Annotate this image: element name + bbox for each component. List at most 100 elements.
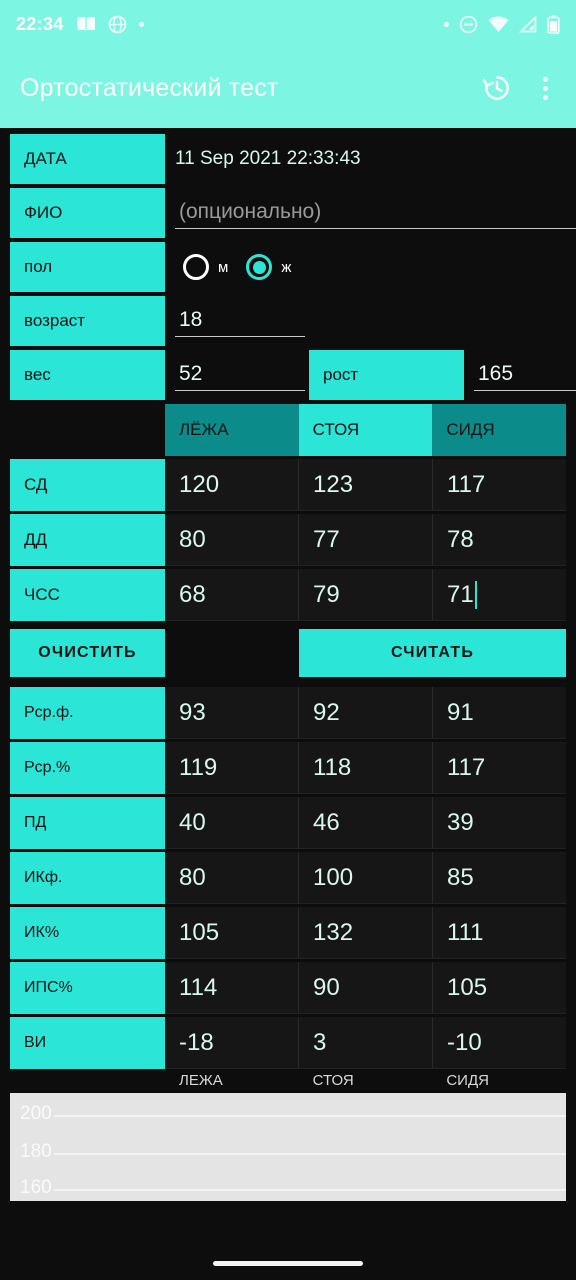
height-field-wrap xyxy=(464,350,576,400)
column-header-sitting[interactable]: СИДЯ xyxy=(432,404,567,456)
do-not-disturb-icon xyxy=(459,15,478,33)
gender-option-male[interactable]: м xyxy=(183,254,228,280)
column-header-lying[interactable]: ЛЁЖА xyxy=(165,404,299,456)
hr-standing-input[interactable]: 79 xyxy=(299,569,433,621)
age-label: возраст xyxy=(10,296,165,346)
battery-icon xyxy=(547,15,560,34)
main-content: ДАТА 11 Sep 2021 22:33:43 ФИО пол м xyxy=(0,128,576,1201)
hr-sitting-value: 71 xyxy=(447,580,474,608)
table-row: Рср.% 119 118 117 xyxy=(0,742,576,794)
status-bar: 22:34 xyxy=(0,0,576,48)
column-header-standing[interactable]: СТОЯ xyxy=(298,404,433,456)
table-row: ЧСС 68 79 71 xyxy=(0,569,576,621)
sd-standing-input[interactable]: 123 xyxy=(299,459,433,511)
system-navigation-bar xyxy=(0,1246,576,1280)
height-input[interactable] xyxy=(474,359,576,391)
phone-screen: 22:34 Ортостатический тест ДАТА 11 Sep 2… xyxy=(0,0,576,1280)
ik-pct-standing-value: 132 xyxy=(299,907,433,959)
ikf-lying-value: 80 xyxy=(165,852,299,904)
ikf-sitting-value: 85 xyxy=(433,852,566,904)
wifi-icon xyxy=(488,15,509,32)
pd-sitting-value: 39 xyxy=(433,797,566,849)
axis-spacer xyxy=(10,1072,165,1089)
dd-standing-input[interactable]: 77 xyxy=(299,514,433,566)
chart-ytick-200: 200 xyxy=(20,1103,52,1124)
result-label-ips-pct: ИПС% xyxy=(10,962,165,1014)
clear-button[interactable]: ОЧИСТИТЬ xyxy=(10,629,165,677)
sd-lying-input[interactable]: 120 xyxy=(165,459,299,511)
height-label: рост xyxy=(309,350,464,400)
app-bar-actions xyxy=(481,71,556,106)
weight-input[interactable] xyxy=(175,359,305,391)
hr-lying-input[interactable]: 68 xyxy=(165,569,299,621)
pavg-pct-sitting-value: 117 xyxy=(433,742,566,794)
radio-checked-icon xyxy=(246,254,273,280)
name-field-wrap xyxy=(165,188,576,238)
hr-sitting-input[interactable]: 71 xyxy=(433,569,566,621)
sd-sitting-input[interactable]: 117 xyxy=(433,459,566,511)
home-indicator[interactable] xyxy=(213,1260,363,1266)
age-input[interactable] xyxy=(175,305,305,337)
row-label-dd: ДД xyxy=(10,514,165,566)
dd-sitting-input[interactable]: 78 xyxy=(433,514,566,566)
table-row: ДД 80 77 78 xyxy=(0,514,576,566)
gender-option-male-label: м xyxy=(218,258,229,276)
pavg-abs-standing-value: 92 xyxy=(299,687,433,739)
vi-standing-value: 3 xyxy=(299,1017,433,1069)
results-chart[interactable]: 200 180 160 xyxy=(10,1093,566,1201)
gender-radio-group: м ж xyxy=(175,254,291,280)
chart-gridline xyxy=(54,1189,566,1191)
measurement-column-headers: ЛЁЖА СТОЯ СИДЯ xyxy=(0,404,576,456)
ips-pct-sitting-value: 105 xyxy=(433,962,566,1014)
row-label-sd: СД xyxy=(10,459,165,511)
dd-lying-input[interactable]: 80 xyxy=(165,514,299,566)
result-label-ik-pct: ИК% xyxy=(10,907,165,959)
gender-option-female[interactable]: ж xyxy=(246,254,291,280)
date-row: ДАТА 11 Sep 2021 22:33:43 xyxy=(0,134,576,184)
date-label: ДАТА xyxy=(10,134,165,184)
pavg-pct-standing-value: 118 xyxy=(299,742,433,794)
button-spacer xyxy=(165,629,299,677)
gender-field-wrap: м ж xyxy=(165,242,566,292)
ikf-standing-value: 100 xyxy=(299,852,433,904)
app-bar: Ортостатический тест xyxy=(0,48,576,128)
name-label: ФИО xyxy=(10,188,165,238)
chart-gridline xyxy=(54,1153,566,1155)
overflow-menu-icon[interactable] xyxy=(535,71,556,106)
age-field-wrap xyxy=(165,296,566,346)
vi-sitting-value: -10 xyxy=(433,1017,566,1069)
action-buttons: ОЧИСТИТЬ СЧИТАТЬ xyxy=(0,629,576,677)
weight-height-row: вес рост xyxy=(0,350,576,400)
result-label-ikf: ИКф. xyxy=(10,852,165,904)
name-input[interactable] xyxy=(175,197,576,229)
age-row: возраст xyxy=(0,296,576,346)
date-value-wrap[interactable]: 11 Sep 2021 22:33:43 xyxy=(165,134,566,184)
ips-pct-lying-value: 114 xyxy=(165,962,299,1014)
vi-lying-value: -18 xyxy=(165,1017,299,1069)
chart-gridline xyxy=(54,1115,566,1117)
table-row: ИКф. 80 100 85 xyxy=(0,852,576,904)
table-row: Рср.ф. 93 92 91 xyxy=(0,687,576,739)
gender-row: пол м ж xyxy=(0,242,576,292)
header-spacer xyxy=(10,404,165,456)
result-label-vi: ВИ xyxy=(10,1017,165,1069)
chart-ytick-160: 160 xyxy=(20,1177,52,1198)
table-row: ВИ -18 3 -10 xyxy=(0,1017,576,1069)
table-row: ИПС% 114 90 105 xyxy=(0,962,576,1014)
name-row: ФИО xyxy=(0,188,576,238)
history-icon[interactable] xyxy=(481,72,513,104)
chart-container: 200 180 160 xyxy=(0,1089,576,1201)
cellular-signal-icon xyxy=(519,15,537,32)
pavg-abs-sitting-value: 91 xyxy=(433,687,566,739)
date-value: 11 Sep 2021 22:33:43 xyxy=(175,148,361,169)
table-row: СД 120 123 117 xyxy=(0,459,576,511)
book-icon xyxy=(76,17,95,31)
calculate-button[interactable]: СЧИТАТЬ xyxy=(299,629,566,677)
table-row: ПД 40 46 39 xyxy=(0,797,576,849)
ik-pct-sitting-value: 111 xyxy=(433,907,566,959)
result-label-pd: ПД xyxy=(10,797,165,849)
dot-icon xyxy=(138,21,144,27)
weight-field-wrap xyxy=(165,350,305,400)
radio-unchecked-icon xyxy=(183,254,209,280)
status-bar-clock: 22:34 xyxy=(16,13,64,34)
